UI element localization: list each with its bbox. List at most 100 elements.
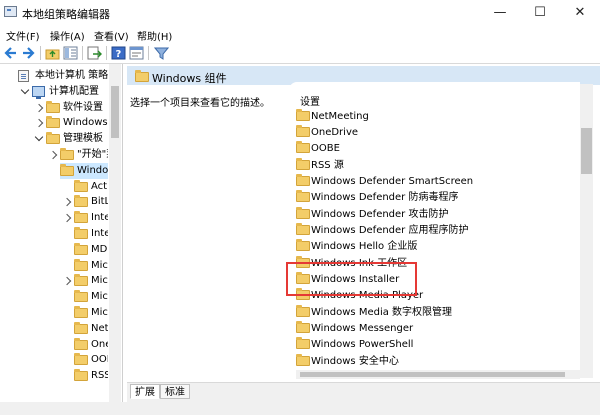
folder-icon: [296, 141, 310, 154]
menu-file[interactable]: 文件(F): [6, 28, 40, 43]
tab-extended[interactable]: 扩展: [130, 384, 160, 399]
setting-item-label: RSS 源: [311, 159, 344, 171]
details-header-title: Windows 组件: [152, 72, 227, 85]
tree-item[interactable]: Microsoft: [0, 289, 108, 305]
close-button[interactable]: ✕: [560, 0, 600, 26]
tree-item[interactable]: OOBE: [0, 352, 108, 368]
folder-icon: [296, 321, 310, 334]
folder-icon: [74, 195, 88, 208]
tree-item[interactable]: 管理模板: [0, 131, 108, 147]
setting-item[interactable]: RSS 源: [296, 157, 576, 174]
tree-item-label: 本地计算机 策略: [35, 70, 108, 81]
setting-item[interactable]: Windows Defender 应用程序防护: [296, 222, 576, 239]
setting-item-label: Windows Defender SmartScreen: [311, 175, 474, 187]
setting-item-label: Windows Media 数字权限管理: [311, 306, 453, 318]
setting-item[interactable]: Windows Messenger: [296, 321, 576, 337]
chevron-down-icon[interactable]: [34, 132, 44, 142]
tree-item[interactable]: 计算机配置: [0, 84, 108, 100]
maximize-button[interactable]: ☐: [520, 0, 560, 26]
export-list-icon[interactable]: [87, 46, 102, 60]
minimize-button[interactable]: —: [480, 0, 520, 26]
setting-item-label: Windows Defender 防病毒程序: [311, 192, 459, 204]
chevron-right-icon[interactable]: [62, 198, 72, 207]
tree-item-label: 软件设置: [63, 101, 103, 113]
tree-item[interactable]: RSS 源: [0, 368, 108, 384]
folder-icon: [74, 258, 88, 271]
properties-icon[interactable]: [129, 46, 144, 60]
chevron-right-icon[interactable]: [62, 277, 72, 286]
help-icon[interactable]: ?: [111, 46, 126, 60]
folder-icon: [74, 242, 88, 255]
folder-icon: [46, 132, 60, 145]
list-horizontal-scrollbar-thumb[interactable]: [300, 372, 565, 377]
setting-item[interactable]: NetMeeting: [296, 108, 576, 125]
svg-text:?: ?: [116, 49, 122, 60]
tree-scrollbar-thumb[interactable]: [111, 86, 119, 138]
back-arrow-icon[interactable]: [3, 46, 18, 60]
setting-item-label: Windows Hello 企业版: [311, 241, 418, 253]
tree-item-label: OOBE: [91, 354, 108, 366]
annotation-highlight-box: [286, 262, 417, 296]
folder-icon: [74, 337, 88, 350]
setting-item[interactable]: Windows Hello 企业版: [296, 239, 576, 255]
setting-item[interactable]: Windows 安全中心: [296, 353, 576, 370]
setting-item[interactable]: Windows Media 数字权限管理: [296, 304, 576, 321]
chevron-right-icon[interactable]: [48, 150, 58, 160]
chevron-down-icon[interactable]: [20, 85, 30, 95]
filter-icon[interactable]: [153, 46, 170, 60]
setting-item-label: NetMeeting: [311, 110, 369, 122]
setting-item[interactable]: Windows Defender SmartScreen: [296, 173, 576, 190]
setting-item-label: OneDrive: [311, 126, 359, 138]
tree-item[interactable]: Microsoft: [0, 305, 108, 321]
folder-icon: [135, 70, 149, 82]
tree-item[interactable]: OneDrive: [0, 337, 108, 353]
tree-item[interactable]: Microsoft: [0, 273, 108, 289]
setting-item-label: OOBE: [311, 143, 340, 155]
tree-item-label: Windows 组件: [77, 164, 108, 176]
setting-item[interactable]: Windows Defender 防病毒程序: [296, 190, 576, 206]
policy-document-icon: [18, 70, 29, 82]
folder-icon: [74, 321, 88, 334]
setting-item-label: Windows 安全中心: [311, 355, 399, 367]
folder-icon: [74, 369, 88, 382]
tree-item[interactable]: Windows 设置: [0, 115, 108, 131]
folder-icon: [296, 108, 310, 121]
forward-arrow-icon[interactable]: [21, 46, 36, 60]
setting-item-label: Windows Messenger: [311, 323, 414, 335]
view-tabs-strip: [127, 382, 600, 403]
list-scrollbar-thumb[interactable]: [581, 128, 592, 174]
tree-item-label: Microsoft: [91, 307, 108, 318]
tree-item-label: Internet: [91, 212, 108, 224]
tree-item[interactable]: 软件设置: [0, 100, 108, 116]
tree-item-label: "开始"菜单: [77, 149, 108, 160]
setting-item[interactable]: OOBE: [296, 141, 576, 157]
menu-help[interactable]: 帮助(H): [137, 28, 172, 43]
tree-item[interactable]: NetMeeting: [0, 321, 108, 337]
setting-item[interactable]: Windows Defender 攻击防护: [296, 206, 576, 223]
tree-item-label: NetMeeting: [91, 322, 108, 334]
tree-item[interactable]: ActiveX: [0, 179, 108, 195]
menu-action[interactable]: 操作(A): [50, 28, 85, 43]
tree-item[interactable]: BitLocker: [0, 194, 108, 210]
column-header-setting[interactable]: 设置: [300, 93, 320, 108]
tree-item[interactable]: Internet: [0, 210, 108, 226]
tree-item[interactable]: Microsoft: [0, 258, 108, 274]
setting-item[interactable]: OneDrive: [296, 124, 576, 141]
up-folder-icon[interactable]: [45, 46, 60, 60]
gpedit-app-icon: [4, 6, 17, 17]
chevron-right-icon[interactable]: [34, 103, 44, 112]
chevron-right-icon[interactable]: [62, 213, 72, 223]
folder-icon: [296, 304, 310, 317]
toolbar-separator: [40, 46, 41, 60]
setting-item[interactable]: Windows PowerShell: [296, 337, 576, 353]
tree-item[interactable]: 本地计算机 策略: [0, 68, 108, 84]
tree-item[interactable]: Internet: [0, 226, 108, 242]
tree-item[interactable]: Windows 组件: [60, 162, 108, 179]
menu-view[interactable]: 查看(V): [94, 28, 129, 43]
tree-item[interactable]: "开始"菜单: [0, 147, 108, 163]
tab-standard[interactable]: 标准: [160, 384, 190, 399]
tree-item[interactable]: MDM: [0, 242, 108, 258]
folder-icon: [74, 306, 88, 318]
chevron-right-icon[interactable]: [34, 119, 44, 128]
show-hide-tree-icon[interactable]: [63, 46, 78, 60]
